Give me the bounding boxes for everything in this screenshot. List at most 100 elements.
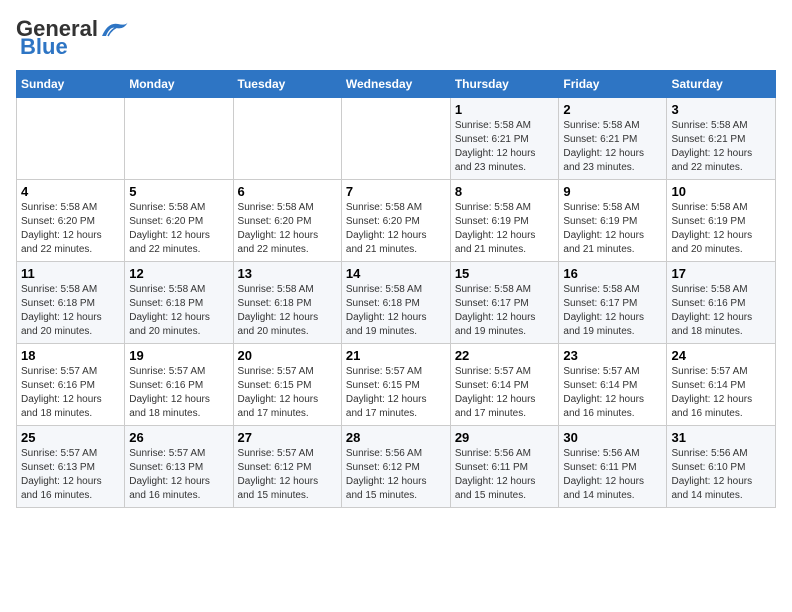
calendar-cell: 31 Sunrise: 5:56 AM Sunset: 6:10 PM Dayli…: [667, 426, 776, 508]
calendar-cell: 15 Sunrise: 5:58 AM Sunset: 6:17 PM Dayli…: [450, 262, 559, 344]
day-number: 12: [129, 266, 228, 281]
day-info: Sunrise: 5:57 AM Sunset: 6:15 PM Dayligh…: [346, 365, 446, 421]
day-number: 21: [346, 348, 446, 363]
day-number: 7: [346, 184, 446, 199]
day-number: 9: [563, 184, 662, 199]
day-number: 31: [671, 430, 771, 445]
day-info: Sunrise: 5:58 AM Sunset: 6:16 PM Dayligh…: [671, 283, 771, 339]
logo-blue: Blue: [20, 34, 68, 60]
day-info: Sunrise: 5:57 AM Sunset: 6:16 PM Dayligh…: [129, 365, 228, 421]
day-info: Sunrise: 5:57 AM Sunset: 6:13 PM Dayligh…: [21, 447, 120, 503]
weekday-header-monday: Monday: [125, 71, 233, 98]
day-info: Sunrise: 5:58 AM Sunset: 6:21 PM Dayligh…: [671, 119, 771, 175]
calendar-cell: 7Sunrise: 5:58 AM Sunset: 6:20 PM Daylig…: [341, 180, 450, 262]
day-info: Sunrise: 5:57 AM Sunset: 6:13 PM Dayligh…: [129, 447, 228, 503]
day-info: Sunrise: 5:57 AM Sunset: 6:12 PM Dayligh…: [238, 447, 337, 503]
day-info: Sunrise: 5:58 AM Sunset: 6:18 PM Dayligh…: [346, 283, 446, 339]
calendar-cell: [17, 98, 125, 180]
day-number: 5: [129, 184, 228, 199]
day-info: Sunrise: 5:58 AM Sunset: 6:19 PM Dayligh…: [563, 201, 662, 257]
logo: General Blue: [16, 16, 130, 60]
day-info: Sunrise: 5:58 AM Sunset: 6:21 PM Dayligh…: [455, 119, 555, 175]
weekday-header-saturday: Saturday: [667, 71, 776, 98]
day-info: Sunrise: 5:58 AM Sunset: 6:20 PM Dayligh…: [129, 201, 228, 257]
day-number: 14: [346, 266, 446, 281]
calendar-cell: 3 Sunrise: 5:58 AM Sunset: 6:21 PM Daylig…: [667, 98, 776, 180]
day-number: 16: [563, 266, 662, 281]
day-number: 10: [671, 184, 771, 199]
day-info: Sunrise: 5:58 AM Sunset: 6:21 PM Dayligh…: [563, 119, 662, 175]
day-info: Sunrise: 5:58 AM Sunset: 6:17 PM Dayligh…: [563, 283, 662, 339]
day-info: Sunrise: 5:58 AM Sunset: 6:18 PM Dayligh…: [238, 283, 337, 339]
day-number: 4: [21, 184, 120, 199]
day-info: Sunrise: 5:56 AM Sunset: 6:11 PM Dayligh…: [563, 447, 662, 503]
calendar-cell: 21 Sunrise: 5:57 AM Sunset: 6:15 PM Dayli…: [341, 344, 450, 426]
calendar-cell: 11Sunrise: 5:58 AM Sunset: 6:18 PM Dayli…: [17, 262, 125, 344]
calendar-cell: 18 Sunrise: 5:57 AM Sunset: 6:16 PM Dayli…: [17, 344, 125, 426]
header: General Blue: [16, 16, 776, 60]
calendar-cell: 26Sunrise: 5:57 AM Sunset: 6:13 PM Dayli…: [125, 426, 233, 508]
day-number: 27: [238, 430, 337, 445]
calendar-cell: 4 Sunrise: 5:58 AM Sunset: 6:20 PM Daylig…: [17, 180, 125, 262]
weekday-header-friday: Friday: [559, 71, 667, 98]
calendar-cell: 17 Sunrise: 5:58 AM Sunset: 6:16 PM Dayli…: [667, 262, 776, 344]
day-info: Sunrise: 5:56 AM Sunset: 6:10 PM Dayligh…: [671, 447, 771, 503]
weekday-header-tuesday: Tuesday: [233, 71, 341, 98]
day-number: 20: [238, 348, 337, 363]
calendar-cell: [125, 98, 233, 180]
calendar-cell: 10 Sunrise: 5:58 AM Sunset: 6:19 PM Dayli…: [667, 180, 776, 262]
day-info: Sunrise: 5:58 AM Sunset: 6:19 PM Dayligh…: [671, 201, 771, 257]
day-info: Sunrise: 5:58 AM Sunset: 6:20 PM Dayligh…: [21, 201, 120, 257]
day-number: 18: [21, 348, 120, 363]
day-info: Sunrise: 5:58 AM Sunset: 6:19 PM Dayligh…: [455, 201, 555, 257]
day-info: Sunrise: 5:56 AM Sunset: 6:11 PM Dayligh…: [455, 447, 555, 503]
day-number: 24: [671, 348, 771, 363]
day-info: Sunrise: 5:58 AM Sunset: 6:17 PM Dayligh…: [455, 283, 555, 339]
day-info: Sunrise: 5:57 AM Sunset: 6:14 PM Dayligh…: [671, 365, 771, 421]
weekday-header-sunday: Sunday: [17, 71, 125, 98]
day-number: 6: [238, 184, 337, 199]
calendar-cell: 23 Sunrise: 5:57 AM Sunset: 6:14 PM Dayli…: [559, 344, 667, 426]
calendar-cell: 13Sunrise: 5:58 AM Sunset: 6:18 PM Dayli…: [233, 262, 341, 344]
calendar-cell: 8 Sunrise: 5:58 AM Sunset: 6:19 PM Daylig…: [450, 180, 559, 262]
day-number: 25: [21, 430, 120, 445]
day-number: 15: [455, 266, 555, 281]
calendar-cell: 1 Sunrise: 5:58 AM Sunset: 6:21 PM Daylig…: [450, 98, 559, 180]
calendar-cell: 12 Sunrise: 5:58 AM Sunset: 6:18 PM Dayli…: [125, 262, 233, 344]
calendar-cell: 28Sunrise: 5:56 AM Sunset: 6:12 PM Dayli…: [341, 426, 450, 508]
calendar-cell: 14 Sunrise: 5:58 AM Sunset: 6:18 PM Dayli…: [341, 262, 450, 344]
day-number: 3: [671, 102, 771, 117]
calendar-cell: 22Sunrise: 5:57 AM Sunset: 6:14 PM Dayli…: [450, 344, 559, 426]
calendar-cell: 30Sunrise: 5:56 AM Sunset: 6:11 PM Dayli…: [559, 426, 667, 508]
day-info: Sunrise: 5:57 AM Sunset: 6:14 PM Dayligh…: [563, 365, 662, 421]
calendar-cell: 16 Sunrise: 5:58 AM Sunset: 6:17 PM Dayli…: [559, 262, 667, 344]
calendar-cell: 5 Sunrise: 5:58 AM Sunset: 6:20 PM Daylig…: [125, 180, 233, 262]
calendar-cell: 29 Sunrise: 5:56 AM Sunset: 6:11 PM Dayli…: [450, 426, 559, 508]
day-number: 11: [21, 266, 120, 281]
calendar-cell: 25 Sunrise: 5:57 AM Sunset: 6:13 PM Dayli…: [17, 426, 125, 508]
day-number: 8: [455, 184, 555, 199]
day-info: Sunrise: 5:58 AM Sunset: 6:18 PM Dayligh…: [129, 283, 228, 339]
day-number: 1: [455, 102, 555, 117]
weekday-header-thursday: Thursday: [450, 71, 559, 98]
calendar-cell: [233, 98, 341, 180]
day-number: 17: [671, 266, 771, 281]
day-number: 22: [455, 348, 555, 363]
day-number: 19: [129, 348, 228, 363]
calendar-cell: 27 Sunrise: 5:57 AM Sunset: 6:12 PM Dayli…: [233, 426, 341, 508]
day-info: Sunrise: 5:57 AM Sunset: 6:15 PM Dayligh…: [238, 365, 337, 421]
calendar-cell: 6 Sunrise: 5:58 AM Sunset: 6:20 PM Daylig…: [233, 180, 341, 262]
calendar-cell: 19 Sunrise: 5:57 AM Sunset: 6:16 PM Dayli…: [125, 344, 233, 426]
day-number: 29: [455, 430, 555, 445]
day-number: 2: [563, 102, 662, 117]
day-info: Sunrise: 5:58 AM Sunset: 6:20 PM Dayligh…: [238, 201, 337, 257]
day-info: Sunrise: 5:57 AM Sunset: 6:16 PM Dayligh…: [21, 365, 120, 421]
calendar-cell: [341, 98, 450, 180]
calendar-cell: 20 Sunrise: 5:57 AM Sunset: 6:15 PM Dayli…: [233, 344, 341, 426]
calendar-cell: 2 Sunrise: 5:58 AM Sunset: 6:21 PM Daylig…: [559, 98, 667, 180]
day-info: Sunrise: 5:56 AM Sunset: 6:12 PM Dayligh…: [346, 447, 446, 503]
calendar-table: SundayMondayTuesdayWednesdayThursdayFrid…: [16, 70, 776, 508]
day-number: 23: [563, 348, 662, 363]
calendar-cell: 24 Sunrise: 5:57 AM Sunset: 6:14 PM Dayli…: [667, 344, 776, 426]
logo-bird-icon: [98, 18, 130, 40]
